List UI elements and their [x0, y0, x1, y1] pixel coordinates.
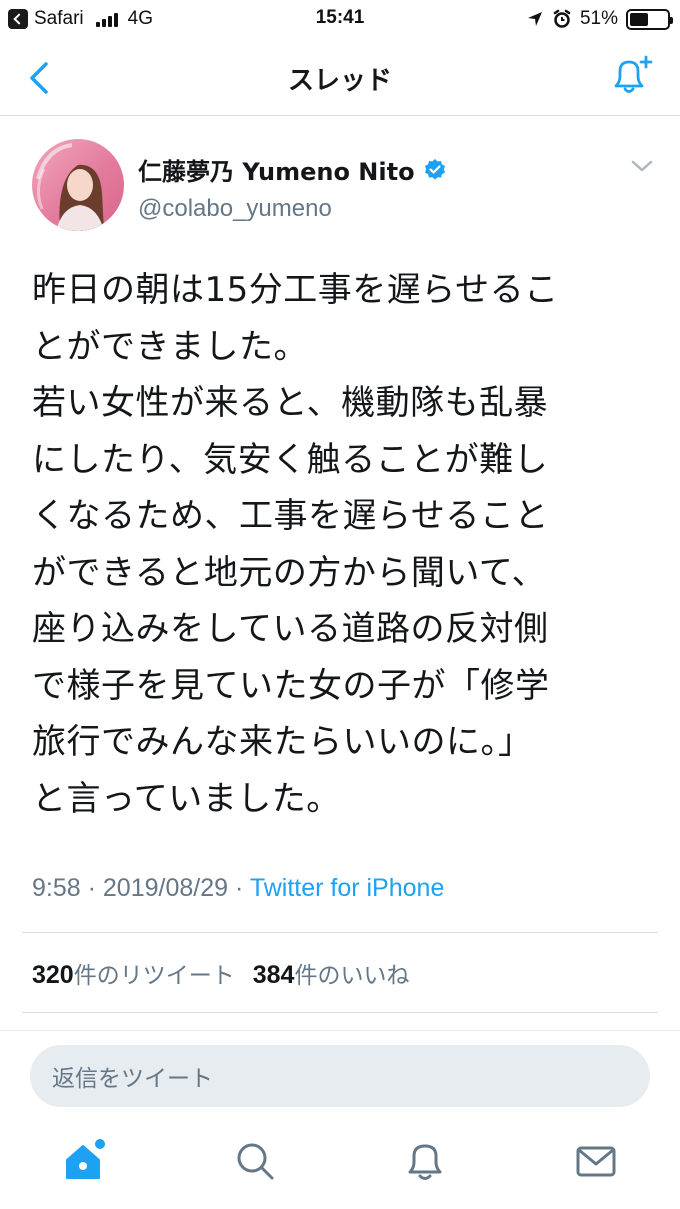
- battery-fill: [630, 12, 649, 26]
- status-bar: Safari 4G 15:41 51%: [0, 0, 680, 38]
- tweet-meta: 9:58 · 2019/08/29 · Twitter for iPhone: [32, 874, 444, 903]
- messages-icon[interactable]: [573, 1138, 619, 1184]
- user-handle[interactable]: @colabo_yumeno: [138, 195, 447, 223]
- battery-percent: 51%: [579, 8, 618, 29]
- home-icon[interactable]: [62, 1138, 108, 1184]
- like-count: 384: [252, 961, 295, 989]
- add-notification-bell-icon[interactable]: [608, 54, 654, 98]
- verified-badge-icon: [424, 158, 445, 180]
- retweet-label: 件のリツイート: [73, 963, 235, 989]
- battery-icon: [626, 8, 673, 30]
- tab-bar: [0, 1120, 680, 1209]
- divider: [22, 1012, 658, 1013]
- display-name[interactable]: 仁藤夢乃 Yumeno Nito: [138, 152, 415, 187]
- page-title: スレッド: [287, 66, 392, 96]
- author-name-row[interactable]: 仁藤夢乃 Yumeno Nito: [138, 152, 447, 187]
- reply-bar: 返信をツイート: [0, 1030, 680, 1120]
- tweet-source-link[interactable]: Twitter for iPhone: [250, 874, 445, 902]
- avatar-photo: [36, 143, 104, 231]
- location-icon: [527, 12, 542, 26]
- retweets-stat[interactable]: 320件のリツイート: [32, 956, 235, 990]
- meta-separator: ·: [87, 874, 96, 902]
- avatar[interactable]: [32, 139, 124, 231]
- tweet-stats: 320件のリツイート 384件のいいね: [32, 956, 409, 990]
- tweet-date: 2019/08/29: [102, 874, 229, 902]
- author-block[interactable]: 仁藤夢乃 Yumeno Nito @colabo_yumeno: [138, 152, 447, 223]
- search-icon[interactable]: [232, 1138, 278, 1184]
- tweet-text: 昨日の朝は15分工事を遅らせるこ とができました。 若い女性が来ると、機動隊も乱…: [32, 270, 559, 819]
- meta-separator: ·: [234, 874, 244, 902]
- tweet-time: 9:58: [32, 874, 81, 902]
- alarm-icon: [553, 9, 571, 28]
- like-label: 件のいいね: [294, 963, 410, 989]
- nav-bar: スレッド: [0, 38, 680, 116]
- reply-input[interactable]: 返信をツイート: [30, 1045, 650, 1107]
- likes-stat[interactable]: 384件のいいね: [253, 956, 410, 990]
- divider: [22, 932, 658, 933]
- chevron-down-icon[interactable]: [630, 158, 654, 174]
- retweet-count: 320: [32, 961, 74, 989]
- status-right: 51%: [526, 7, 673, 31]
- notifications-icon[interactable]: [402, 1138, 448, 1184]
